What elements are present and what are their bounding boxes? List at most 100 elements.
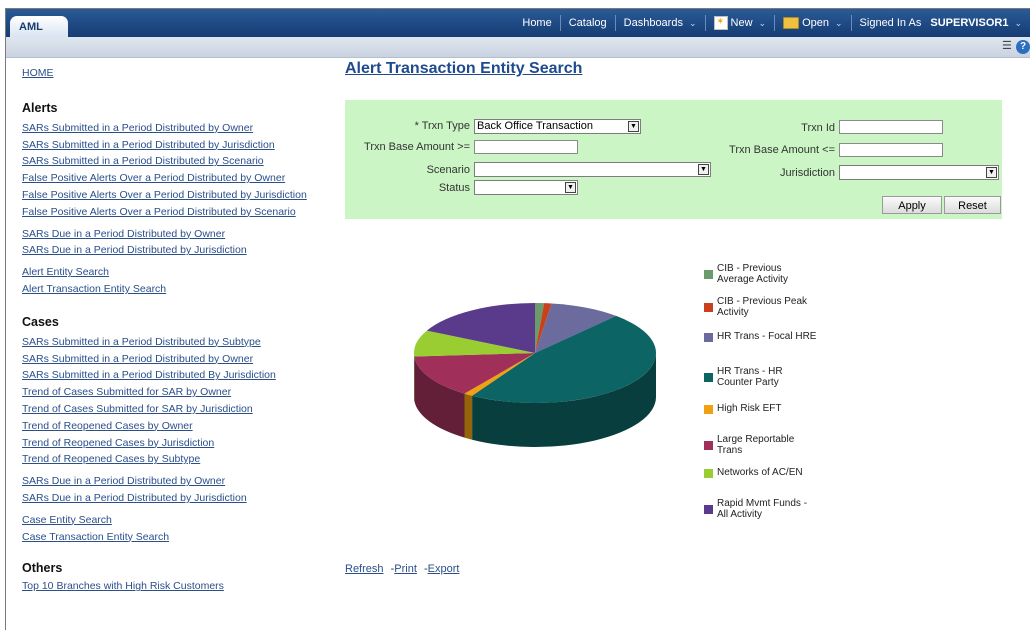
sidebar-link[interactable]: Trend of Reopened Cases by Owner [22,418,342,435]
sidebar-link[interactable]: Trend of Cases Submitted for SAR by Juri… [22,401,342,418]
sidebar-link[interactable]: Top 10 Branches with High Risk Customers [22,578,342,595]
pie-slice-side [464,394,472,440]
trxn-base-lte-input[interactable] [839,143,943,157]
sidebar-link[interactable]: Case Entity Search [22,512,342,529]
legend-label: Large Reportable Trans [717,435,817,456]
nav-catalog-label: Catalog [569,15,607,31]
trxn-base-gte-input[interactable] [474,140,578,154]
page-options-icon[interactable]: ☰ [1002,40,1014,52]
apply-button[interactable]: Apply [882,196,942,214]
sidebar-link[interactable]: SARs Submitted in a Period Distributed B… [22,367,342,384]
sidebar-link[interactable]: Alert Entity Search [22,264,342,281]
folder-icon [783,17,799,29]
cases-group-2: SARs Due in a Period Distributed by Owne… [22,473,342,507]
export-link[interactable]: Export [428,563,460,575]
status-select[interactable]: ▼ [474,180,578,195]
pie-chart [400,290,670,480]
nav-open-label: Open [802,15,829,31]
sidebar-link[interactable]: False Positive Alerts Over a Period Dist… [22,187,342,204]
cases-group-1: SARs Submitted in a Period Distributed b… [22,334,342,468]
chevron-down-icon: ▼ [986,167,997,178]
legend-label: HR Trans - HR Counter Party [717,367,817,388]
legend-item: HR Trans - Focal HRE [704,332,817,343]
page-title[interactable]: Alert Transaction Entity Search [345,60,582,78]
reset-button[interactable]: Reset [944,196,1001,214]
others-group-1: Top 10 Branches with High Risk Customers [22,578,342,595]
trxn-type-label: * Trxn Type [415,120,470,132]
legend-item: CIB - Previous Average Activity [704,264,817,285]
trxn-base-lte-label: Trxn Base Amount <= [729,144,835,156]
sidebar-link[interactable]: SARs Due in a Period Distributed by Owne… [22,473,342,490]
nav-home[interactable]: Home [514,15,559,31]
legend-swatch [704,405,713,414]
home-link[interactable]: HOME [22,65,342,82]
status-label: Status [439,182,470,194]
alerts-group-2: SARs Due in a Period Distributed by Owne… [22,226,342,260]
sidebar-link[interactable]: False Positive Alerts Over a Period Dist… [22,170,342,187]
jurisdiction-label: Jurisdiction [780,167,835,179]
legend-swatch [704,270,713,279]
sidebar-link[interactable]: SARs Due in a Period Distributed by Owne… [22,226,342,243]
help-icon[interactable]: ? [1016,40,1030,54]
jurisdiction-select[interactable]: ▼ [839,165,999,180]
header-bar: AML Home Catalog Dashboards⌄ New⌄ Open⌄ … [6,9,1030,37]
toolbar-icons: ☰ ? [1002,40,1030,54]
chevron-down-icon: ▼ [628,121,639,132]
legend-label: High Risk EFT [717,404,817,415]
app-tab[interactable]: AML [10,16,68,37]
signed-in-label: Signed In As [860,15,922,31]
nav-new[interactable]: New ⌄ [705,15,775,31]
legend-item: High Risk EFT [704,404,817,415]
legend-label: HR Trans - Focal HRE [717,332,817,343]
nav-home-label: Home [522,15,551,31]
toolbar: ☰ ? [6,37,1030,58]
chevron-down-icon: ⌄ [1014,15,1022,31]
global-nav: Home Catalog Dashboards⌄ New⌄ Open⌄ Sign… [514,9,1030,37]
alerts-group-3: Alert Entity SearchAlert Transaction Ent… [22,264,342,298]
nav-open[interactable]: Open⌄ [774,15,850,31]
legend-item: HR Trans - HR Counter Party [704,367,817,388]
nav-dashboards[interactable]: Dashboards⌄ [615,15,705,31]
sidebar: HOME Alerts SARs Submitted in a Period D… [22,62,342,595]
trxn-base-gte-label: Trxn Base Amount >= [364,141,470,153]
nav-catalog[interactable]: Catalog [560,15,615,31]
legend-label: Networks of AC/EN [717,468,817,479]
trxn-id-input[interactable] [839,120,943,134]
nav-new-label: New [731,15,753,31]
legend-label: CIB - Previous Peak Activity [717,297,817,318]
legend-item: Networks of AC/EN [704,468,817,479]
scenario-select[interactable]: ▼ [474,162,711,177]
sidebar-link[interactable]: Trend of Cases Submitted for SAR by Owne… [22,384,342,401]
legend-label: CIB - Previous Average Activity [717,264,817,285]
sidebar-link[interactable]: Trend of Reopened Cases by Subtype [22,451,342,468]
legend-swatch [704,469,713,478]
cases-group-3: Case Entity SearchCase Transaction Entit… [22,512,342,546]
legend-item: Large Reportable Trans [704,435,817,456]
sidebar-link[interactable]: SARs Submitted in a Period Distributed b… [22,120,342,137]
sidebar-link[interactable]: Case Transaction Entity Search [22,529,342,546]
sidebar-link[interactable]: False Positive Alerts Over a Period Dist… [22,204,342,221]
print-link[interactable]: Print [394,563,417,575]
sidebar-link[interactable]: SARs Due in a Period Distributed by Juri… [22,242,342,259]
new-document-icon [714,16,728,30]
legend-swatch [704,333,713,342]
sidebar-link[interactable]: SARs Submitted in a Period Distributed b… [22,153,342,170]
legend-item: Rapid Mvmt Funds - All Activity [704,499,817,520]
trxn-type-select[interactable]: Back Office Transaction ▼ [474,119,641,134]
sidebar-link[interactable]: SARs Due in a Period Distributed by Juri… [22,490,342,507]
alerts-group-1: SARs Submitted in a Period Distributed b… [22,120,342,221]
nav-signed-in[interactable]: Signed In As SUPERVISOR1⌄ [851,15,1030,31]
refresh-link[interactable]: Refresh [345,563,384,575]
chevron-down-icon: ⌄ [759,15,767,31]
legend-swatch [704,441,713,450]
scenario-label: Scenario [427,164,470,176]
legend-swatch [704,303,713,312]
alerts-heading: Alerts [22,101,342,115]
sidebar-link[interactable]: Alert Transaction Entity Search [22,281,342,298]
sidebar-link[interactable]: Trend of Reopened Cases by Jurisdiction [22,435,342,452]
report-actions: Refresh -Print -Export [345,563,459,575]
sidebar-link[interactable]: SARs Submitted in a Period Distributed b… [22,351,342,368]
sidebar-link[interactable]: SARs Submitted in a Period Distributed b… [22,137,342,154]
sidebar-link[interactable]: SARs Submitted in a Period Distributed b… [22,334,342,351]
filter-panel: * Trxn Type Back Office Transaction ▼ Tr… [345,100,1002,219]
